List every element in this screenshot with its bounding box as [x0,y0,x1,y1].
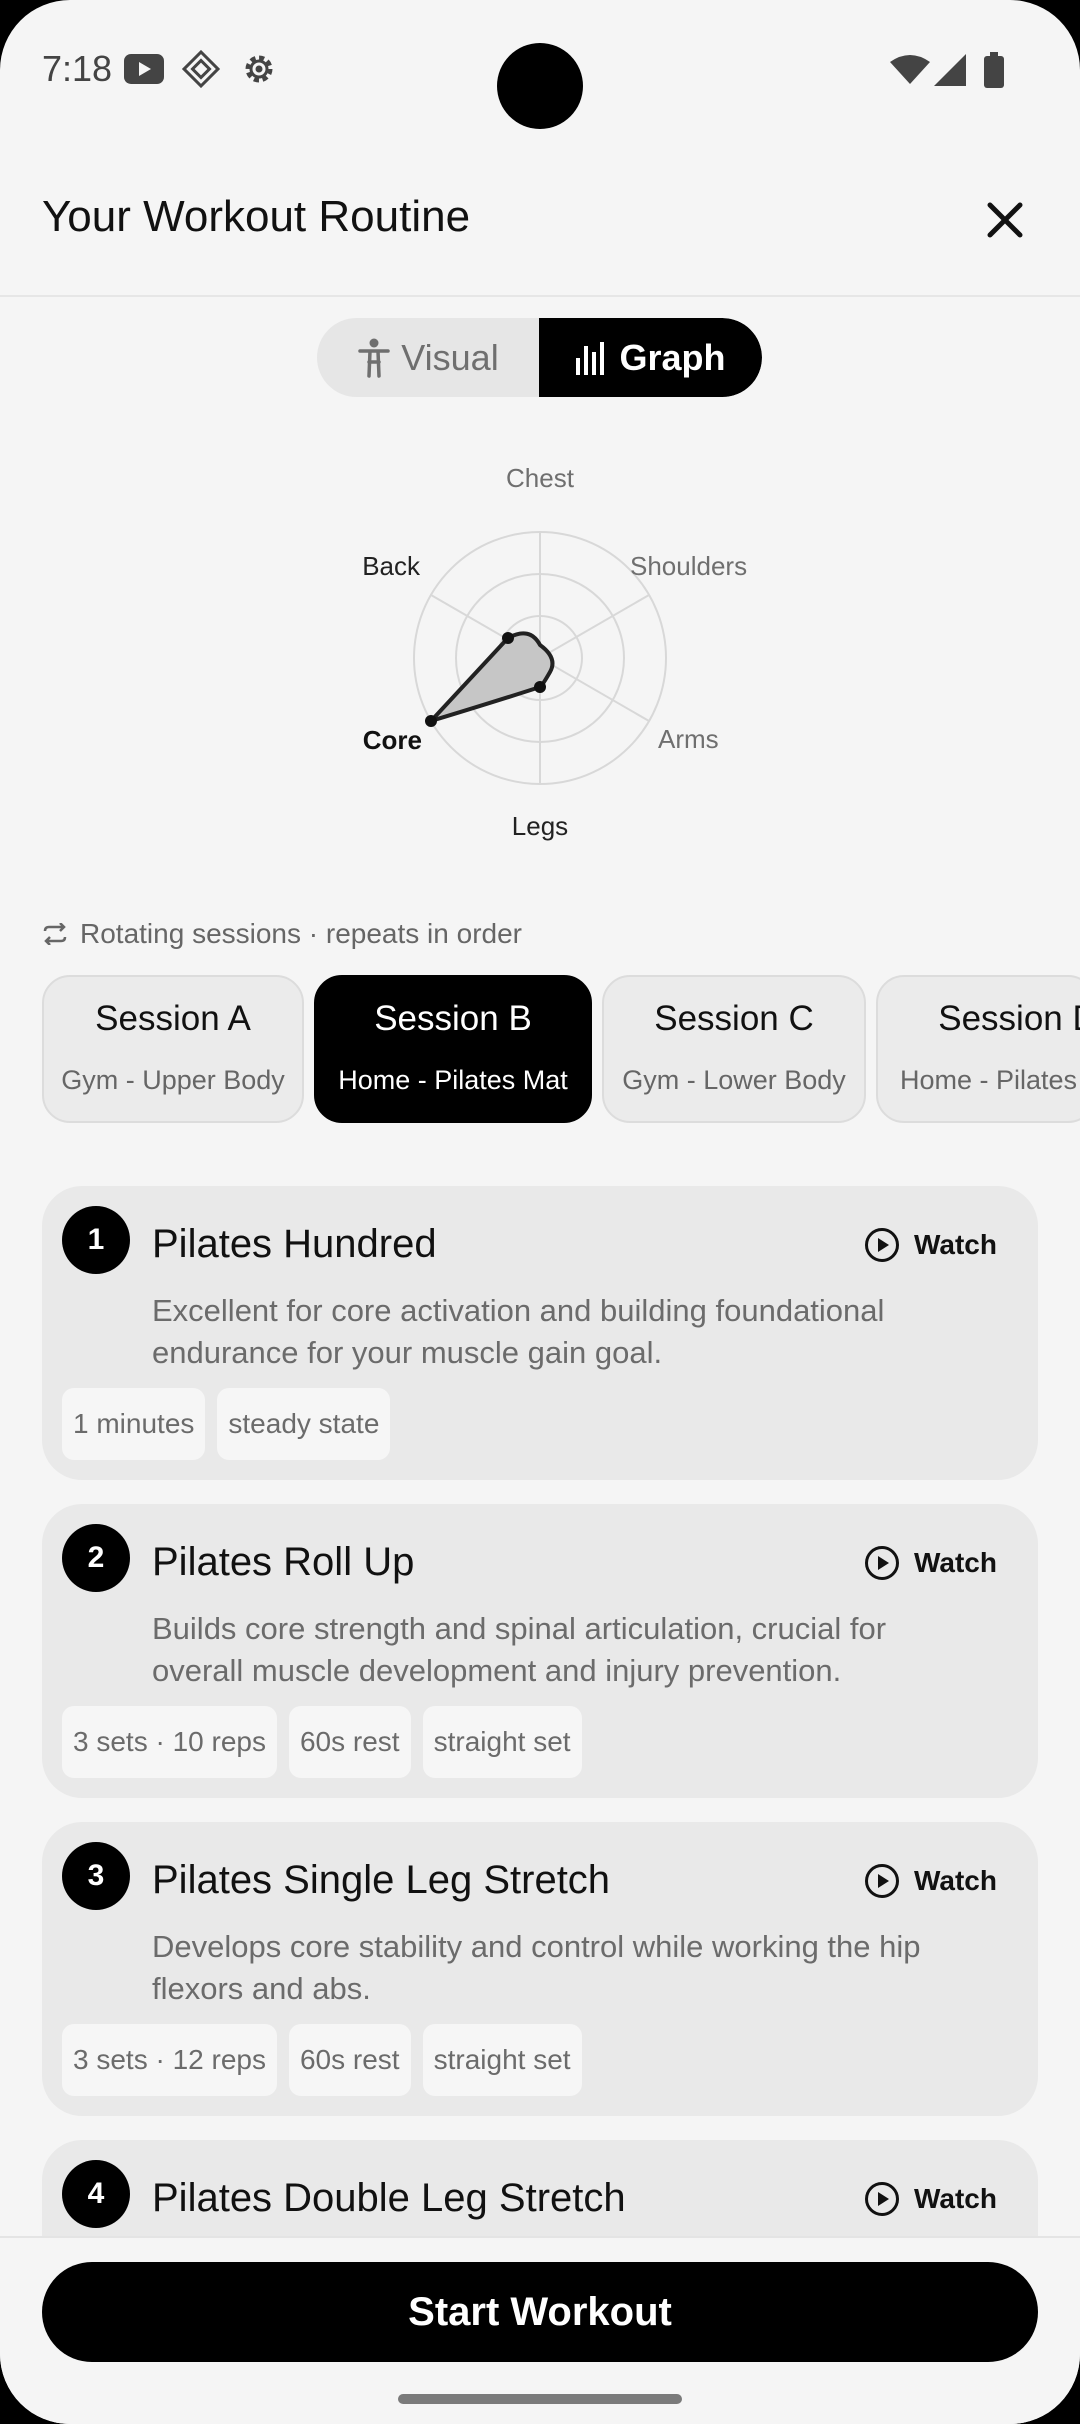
session-selector: Session A Gym - Upper Body Session B Hom… [42,975,1080,1125]
watch-button[interactable]: Watch [864,2176,997,2222]
rotating-sessions-note: Rotating sessions · repeats in order [42,918,522,950]
app-notification-icon [182,50,220,88]
youtube-notification-icon [124,54,164,84]
radar-label-core: Core [363,725,422,755]
radar-label-legs: Legs [512,811,568,841]
session-desc: Gym - Upper Body [61,1065,285,1095]
signal-icon [934,54,966,86]
tag-duration: 1 minutes [62,1388,206,1460]
tag-set-type: straight set [422,1706,582,1778]
exercise-name: Pilates Hundred [152,1222,437,1266]
session-name: Session A [95,999,251,1038]
exercise-tags: 3 sets · 10 reps 60s rest straight set [62,1706,582,1778]
session-card-c[interactable]: Session C Gym - Lower Body [602,975,866,1123]
screen: 7:18 Your Workout Routine Visual Graph C… [0,0,1080,2424]
camera-cutout [497,43,583,129]
play-circle-icon [865,1864,899,1898]
play-circle-icon [865,2182,899,2216]
bar-chart-icon [576,341,605,375]
session-name: Session D [938,999,1080,1038]
exercise-number: 2 [62,1524,130,1592]
home-indicator[interactable] [398,2394,682,2404]
radar-label-shoulders: Shoulders [630,551,747,581]
session-card-b[interactable]: Session B Home - Pilates Mat [314,975,592,1123]
tab-graph-label: Graph [619,336,726,378]
radar-data-area [429,631,555,723]
session-desc: Home - Pilates Mat [338,1065,568,1095]
muscle-radar-chart: Chest Shoulders Arms Legs Core Back [362,463,747,841]
page-title: Your Workout Routine [42,192,471,241]
exercise-number: 3 [62,1842,130,1910]
tag-rest: 60s rest [288,2024,411,2096]
play-circle-icon [865,1228,899,1262]
watch-label: Watch [914,2183,997,2214]
watch-button[interactable]: Watch [864,1222,997,1268]
status-bar: 7:18 [0,0,1080,140]
exercise-number: 1 [62,1206,130,1274]
watch-label: Watch [914,1865,997,1896]
exercise-name: Pilates Roll Up [152,1540,415,1584]
session-card-d[interactable]: Session D Home - Pilates [876,975,1080,1123]
exercise-name: Pilates Double Leg Stretch [152,2176,626,2220]
start-workout-button[interactable]: Start Workout [42,2262,1038,2362]
tag-set-type: straight set [422,2024,582,2096]
exercise-card[interactable]: 2 Pilates Roll Up Watch Builds core stre… [42,1504,1038,1798]
exercise-card[interactable]: 3 Pilates Single Leg Stretch Watch Devel… [42,1822,1038,2116]
tag-sets-reps: 3 sets · 10 reps [62,1706,277,1778]
tag-rest: 60s rest [288,1706,411,1778]
exercise-description: Excellent for core activation and buildi… [152,1293,885,1370]
repeat-icon [43,923,67,945]
watch-label: Watch [914,1229,997,1260]
wifi-icon [890,55,930,84]
radar-label-back: Back [362,551,421,581]
exercise-tags: 3 sets · 12 reps 60s rest straight set [62,2024,582,2096]
bottom-bar: Start Workout [0,2236,1080,2424]
exercise-number: 4 [62,2160,130,2228]
radar-point-legs [534,681,546,693]
radar-label-chest: Chest [506,463,575,493]
watch-button[interactable]: Watch [864,1540,997,1586]
radar-point-back [502,632,514,644]
close-icon[interactable] [980,195,1030,245]
header: Your Workout Routine [0,160,1080,297]
exercise-tags: 1 minutes steady state [62,1388,391,1460]
tab-visual[interactable]: Visual [317,318,539,397]
radar-label-arms: Arms [658,724,719,754]
tag-type: steady state [217,1388,391,1460]
session-desc: Gym - Lower Body [622,1065,846,1095]
view-toggle: Visual Graph [317,318,762,397]
exercise-description: Develops core stability and control whil… [152,1929,921,2006]
play-circle-icon [865,1546,899,1580]
tab-graph[interactable]: Graph [539,318,762,397]
exercise-card[interactable]: 1 Pilates Hundred Watch Excellent for co… [42,1186,1038,1480]
session-name: Session B [374,999,532,1038]
tag-sets-reps: 3 sets · 12 reps [62,2024,277,2096]
battery-icon [984,52,1004,88]
tab-visual-label: Visual [401,336,499,378]
settings-notification-icon [245,55,273,83]
status-time: 7:18 [42,48,113,89]
exercise-description: Builds core strength and spinal articula… [152,1611,887,1688]
radar-point-core [425,715,437,727]
watch-label: Watch [914,1547,997,1578]
body-figure-icon [358,338,391,378]
rotating-sessions-text: Rotating sessions · repeats in order [80,918,522,949]
session-name: Session C [654,999,814,1038]
exercise-name: Pilates Single Leg Stretch [152,1858,611,1902]
session-card-a[interactable]: Session A Gym - Upper Body [42,975,304,1123]
watch-button[interactable]: Watch [864,1858,997,1904]
session-desc: Home - Pilates [900,1065,1078,1095]
